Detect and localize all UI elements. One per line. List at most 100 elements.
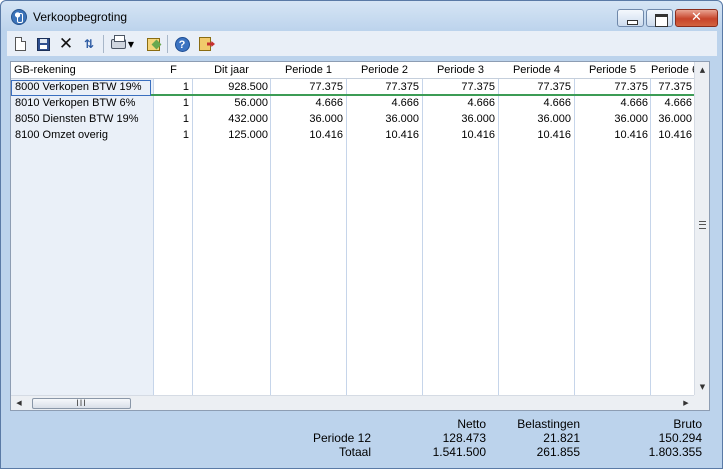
header-periode-5[interactable]: Periode 5 xyxy=(575,64,650,78)
cell-f[interactable]: 1 xyxy=(155,113,189,127)
cell-periode-5[interactable]: 77.375 xyxy=(576,81,648,95)
periode-belastingen: 21.821 xyxy=(543,431,580,445)
toolbar-separator xyxy=(103,35,104,53)
dropdown-caret-icon: ▼ xyxy=(127,39,135,49)
cell-periode-1[interactable]: 4.666 xyxy=(272,97,343,111)
help-icon: ? xyxy=(174,36,190,52)
cell-periode-5[interactable]: 10.416 xyxy=(576,129,648,143)
new-button[interactable] xyxy=(10,34,30,54)
cell-gb-rekening[interactable]: 8100 Omzet overig xyxy=(15,129,151,143)
table-row[interactable]: 8100 Omzet overig 1 125.000 10.416 10.41… xyxy=(11,128,694,144)
sort-button[interactable]: ⇅ xyxy=(79,34,99,54)
maximize-icon xyxy=(647,10,672,27)
horizontal-scroll-thumb[interactable]: III xyxy=(32,398,131,409)
cell-periode-2[interactable]: 77.375 xyxy=(348,81,419,95)
budget-grid[interactable]: GB-rekening F Dit jaar Periode 1 Periode… xyxy=(10,61,710,411)
cell-periode-3[interactable]: 10.416 xyxy=(424,129,495,143)
cell-periode-4[interactable]: 77.375 xyxy=(500,81,571,95)
minimize-button[interactable] xyxy=(617,9,644,27)
cell-f[interactable]: 1 xyxy=(155,129,189,143)
save-button[interactable] xyxy=(33,34,53,54)
periode-bruto: 150.294 xyxy=(658,431,702,445)
cell-gb-rekening[interactable]: 8000 Verkopen BTW 19% xyxy=(15,81,151,95)
cell-periode-3[interactable]: 4.666 xyxy=(424,97,495,111)
totaal-belastingen: 261.855 xyxy=(536,445,580,459)
table-row[interactable]: 8000 Verkopen BTW 19% 1 928.500 77.375 7… xyxy=(11,80,694,96)
header-periode-3[interactable]: Periode 3 xyxy=(423,64,498,78)
cell-periode-4[interactable]: 4.666 xyxy=(500,97,571,111)
exit-icon xyxy=(199,37,211,51)
delete-icon: ✕ xyxy=(58,33,74,54)
cell-periode-6[interactable]: 4.666 xyxy=(652,97,692,111)
close-icon: ✕ xyxy=(691,10,702,25)
cell-periode-4[interactable]: 10.416 xyxy=(500,129,571,143)
export-button[interactable] xyxy=(143,34,163,54)
cell-periode-5[interactable]: 4.666 xyxy=(576,97,648,111)
cell-gb-rekening[interactable]: 8010 Verkopen BTW 6% xyxy=(15,97,151,111)
cell-periode-1[interactable]: 36.000 xyxy=(272,113,343,127)
vertical-scrollbar[interactable]: ▲ ▼ xyxy=(694,62,709,395)
scroll-down-icon[interactable]: ▼ xyxy=(695,379,710,395)
cell-periode-2[interactable]: 10.416 xyxy=(348,129,419,143)
verkoopbegroting-window: Verkoopbegroting ✕ ✕ ⇅ ▼ ? GB-rekening F… xyxy=(0,0,723,469)
delete-button[interactable]: ✕ xyxy=(56,34,76,54)
totaal-netto: 1.541.500 xyxy=(432,445,486,459)
header-f[interactable]: F xyxy=(153,64,192,78)
cell-periode-2[interactable]: 4.666 xyxy=(348,97,419,111)
app-icon xyxy=(11,9,27,25)
cell-dit-jaar[interactable]: 125.000 xyxy=(194,129,268,143)
table-row[interactable]: 8010 Verkopen BTW 6% 1 56.000 4.666 4.66… xyxy=(11,96,694,112)
totaal-label: Totaal xyxy=(338,445,371,459)
print-dropdown-button[interactable]: ▼ xyxy=(125,34,137,54)
totaal-bruto: 1.803.355 xyxy=(648,445,702,459)
cell-f[interactable]: 1 xyxy=(155,81,189,95)
print-icon xyxy=(110,35,126,49)
new-document-icon xyxy=(14,37,26,51)
cell-periode-5[interactable]: 36.000 xyxy=(576,113,648,127)
cell-dit-jaar[interactable]: 432.000 xyxy=(194,113,268,127)
header-dit-jaar[interactable]: Dit jaar xyxy=(193,64,270,78)
totals-panel: Netto Belastingen Bruto Periode 12 128.4… xyxy=(10,415,710,465)
cell-periode-6[interactable]: 77.375 xyxy=(652,81,692,95)
cell-periode-4[interactable]: 36.000 xyxy=(500,113,571,127)
minimize-icon xyxy=(618,10,643,26)
periode-label: Periode 12 xyxy=(312,431,371,445)
header-periode-1[interactable]: Periode 1 xyxy=(271,64,346,78)
cell-periode-6[interactable]: 10.416 xyxy=(652,129,692,143)
sort-icon: ⇅ xyxy=(83,37,95,51)
scroll-grip-icon[interactable] xyxy=(699,221,706,229)
cell-periode-1[interactable]: 10.416 xyxy=(272,129,343,143)
header-periode-4[interactable]: Periode 4 xyxy=(499,64,574,78)
toolbar: ✕ ⇅ ▼ ? xyxy=(7,31,717,56)
cell-periode-1[interactable]: 77.375 xyxy=(272,81,343,95)
totals-header-bruto: Bruto xyxy=(673,417,702,431)
cell-f[interactable]: 1 xyxy=(155,97,189,111)
title-bar[interactable]: Verkoopbegroting ✕ xyxy=(1,1,722,31)
scroll-right-icon[interactable]: ▶ xyxy=(678,396,694,411)
window-title: Verkoopbegroting xyxy=(33,10,128,24)
cell-periode-6[interactable]: 36.000 xyxy=(652,113,692,127)
maximize-button[interactable] xyxy=(646,9,673,27)
scroll-left-icon[interactable]: ◀ xyxy=(11,396,27,411)
save-icon xyxy=(36,37,50,51)
cell-periode-3[interactable]: 36.000 xyxy=(424,113,495,127)
help-button[interactable]: ? xyxy=(172,34,192,54)
header-periode-6[interactable]: Periode 6 xyxy=(651,64,694,78)
close-button[interactable]: ✕ xyxy=(675,9,718,27)
scrollbar-corner xyxy=(694,395,709,410)
cell-periode-2[interactable]: 36.000 xyxy=(348,113,419,127)
cell-dit-jaar[interactable]: 56.000 xyxy=(194,97,268,111)
header-gb-rekening[interactable]: GB-rekening xyxy=(14,64,150,78)
horizontal-scrollbar[interactable]: ◀ III ▶ xyxy=(11,395,694,410)
totals-header-netto: Netto xyxy=(457,417,486,431)
table-row[interactable]: 8050 Diensten BTW 19% 1 432.000 36.000 3… xyxy=(11,112,694,128)
export-icon xyxy=(146,37,160,51)
cell-periode-3[interactable]: 77.375 xyxy=(424,81,495,95)
exit-button[interactable] xyxy=(195,34,215,54)
totals-header-belastingen: Belastingen xyxy=(517,417,580,431)
scroll-up-icon[interactable]: ▲ xyxy=(695,62,710,78)
cell-dit-jaar[interactable]: 928.500 xyxy=(194,81,268,95)
periode-netto: 128.473 xyxy=(442,431,486,445)
header-periode-2[interactable]: Periode 2 xyxy=(347,64,422,78)
cell-gb-rekening[interactable]: 8050 Diensten BTW 19% xyxy=(15,113,151,127)
